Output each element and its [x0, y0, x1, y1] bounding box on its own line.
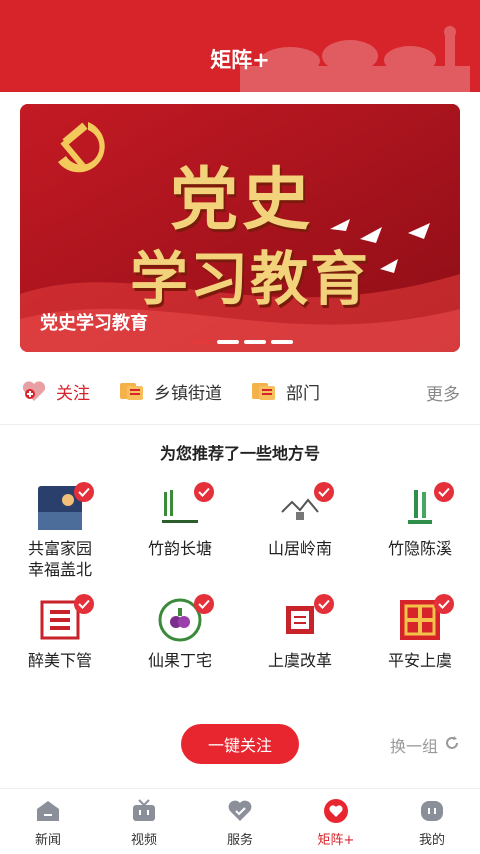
account-item[interactable]: 共富家园 幸福盖北 — [0, 482, 120, 580]
filter-label: 乡镇街道 — [154, 383, 222, 404]
account-name: 山居岭南 — [267, 539, 332, 558]
account-name: 共富家园 幸福盖北 — [0, 538, 120, 580]
follow-all-button[interactable]: 一键关注 — [181, 724, 299, 764]
heart-plus-icon — [20, 378, 48, 404]
account-logo — [278, 594, 334, 642]
refresh-label: 换一组 — [389, 737, 438, 756]
matrix-heart-icon — [322, 797, 350, 825]
filter-towns[interactable]: 乡镇街道 — [118, 378, 222, 404]
account-logo — [398, 482, 454, 530]
category-filter-bar: 关注 乡镇街道 部门 更多 — [0, 370, 480, 416]
tab-label: 新闻 — [34, 833, 61, 848]
profile-icon — [418, 797, 446, 825]
account-item[interactable]: 仙果丁宅 — [120, 594, 240, 671]
check-icon[interactable] — [74, 482, 94, 502]
check-icon[interactable] — [434, 594, 454, 614]
account-name: 平安上虞 — [387, 651, 452, 670]
tab-video[interactable]: 视频 — [96, 797, 192, 848]
tab-label: 视频 — [130, 833, 157, 848]
carousel-dot[interactable] — [244, 340, 266, 344]
divider — [0, 424, 480, 425]
more-link[interactable]: 更多 — [426, 380, 460, 405]
refresh-button[interactable]: 换一组 — [390, 733, 460, 757]
newspaper-icon — [250, 378, 278, 404]
newspaper-icon — [118, 378, 146, 404]
account-name: 竹隐陈溪 — [387, 539, 452, 558]
account-logo — [38, 594, 94, 642]
party-emblem-icon — [58, 122, 105, 173]
tab-news[interactable]: 新闻 — [0, 797, 96, 848]
account-name: 仙果丁宅 — [147, 651, 212, 670]
doves-icon — [330, 219, 430, 273]
check-icon[interactable] — [314, 482, 334, 502]
tv-icon — [130, 797, 158, 825]
account-item[interactable]: 上虞改革 — [240, 594, 360, 671]
account-name-text: 共富家园 幸福盖北 — [27, 539, 92, 579]
heart-icon — [226, 797, 254, 825]
account-logo — [398, 594, 454, 642]
account-item[interactable]: 醉美下管 — [0, 594, 120, 671]
page-title: 矩阵+ — [210, 48, 270, 72]
app-header: 矩阵+ — [0, 0, 480, 92]
account-item[interactable]: 竹隐陈溪 — [360, 482, 480, 559]
home-icon — [34, 797, 62, 825]
check-icon[interactable] — [194, 594, 214, 614]
check-icon[interactable] — [194, 482, 214, 502]
tab-label: 服务 — [226, 833, 253, 848]
tab-label: 矩阵+ — [317, 833, 355, 848]
account-logo — [38, 482, 94, 530]
banner-headline-line1: 党史 — [170, 160, 315, 240]
bottom-tab-bar: 新闻 视频 服务 矩阵+ 我的 — [0, 788, 480, 854]
check-icon[interactable] — [434, 482, 454, 502]
filter-departments[interactable]: 部门 — [250, 378, 320, 404]
account-item[interactable]: 竹韵长塘 — [120, 482, 240, 559]
tab-profile[interactable]: 我的 — [384, 797, 480, 848]
banner-caption: 党史学习教育 — [40, 313, 148, 334]
account-logo — [278, 482, 334, 530]
account-item[interactable]: 山居岭南 — [240, 482, 360, 559]
tab-label: 我的 — [418, 833, 445, 848]
filter-label: 部门 — [286, 383, 320, 404]
check-icon[interactable] — [74, 594, 94, 614]
carousel-dot[interactable] — [217, 340, 239, 344]
banner-carousel[interactable]: 党史 学习教育 党史学习教育 — [20, 104, 460, 352]
account-name: 醉美下管 — [27, 651, 92, 670]
carousel-dot[interactable] — [190, 340, 212, 344]
account-logo — [158, 482, 214, 530]
carousel-dot[interactable] — [271, 340, 293, 344]
filter-label: 关注 — [56, 383, 90, 404]
filter-following[interactable]: 关注 — [20, 378, 90, 404]
tab-matrix[interactable]: 矩阵+ — [288, 797, 384, 848]
tab-services[interactable]: 服务 — [192, 797, 288, 848]
account-name: 上虞改革 — [267, 651, 332, 670]
recommend-title: 为您推荐了一些地方号 — [159, 444, 320, 463]
account-logo — [158, 594, 214, 642]
refresh-icon — [444, 735, 460, 755]
carousel-indicator[interactable] — [190, 340, 293, 344]
check-icon[interactable] — [314, 594, 334, 614]
account-item[interactable]: 平安上虞 — [360, 594, 480, 671]
account-name: 竹韵长塘 — [147, 539, 212, 558]
